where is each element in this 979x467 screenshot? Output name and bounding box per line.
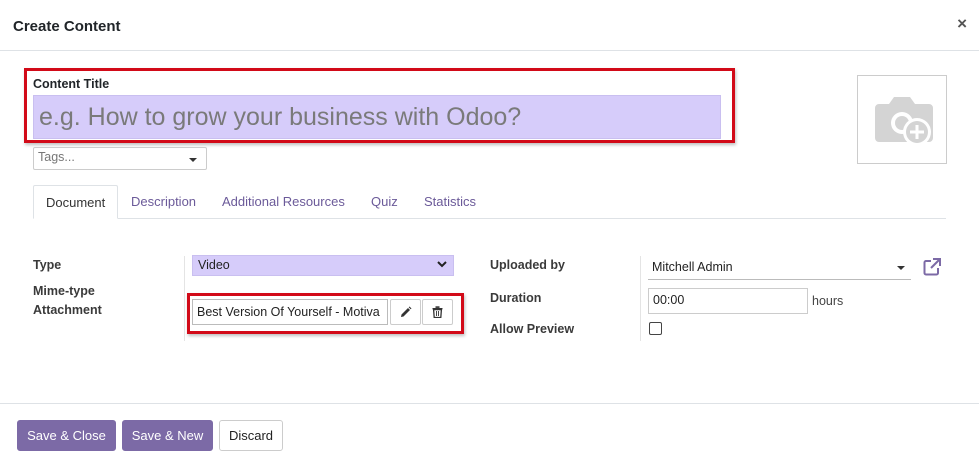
attachment-label: Attachment: [33, 303, 102, 317]
column-divider: [640, 256, 641, 341]
column-divider: [184, 256, 185, 341]
image-upload[interactable]: [857, 75, 947, 164]
external-link-button[interactable]: [922, 257, 942, 277]
trash-icon: [432, 306, 443, 318]
uploaded-by-label: Uploaded by: [490, 258, 566, 272]
caret-down-icon: [897, 266, 905, 270]
tab-additional-resources[interactable]: Additional Resources: [222, 185, 345, 219]
content-title-input[interactable]: [33, 95, 721, 139]
tab-quiz[interactable]: Quiz: [371, 185, 398, 219]
allow-preview-label: Allow Preview: [490, 322, 575, 336]
uploaded-by-select[interactable]: Mitchell Admin: [648, 256, 911, 280]
duration-unit: hours: [812, 294, 844, 308]
content-title-label: Content Title: [33, 77, 110, 91]
tab-document[interactable]: Document: [33, 185, 119, 219]
allow-preview-checkbox[interactable]: [649, 322, 662, 335]
save-close-button[interactable]: Save & Close: [17, 420, 116, 451]
duration-label: Duration: [490, 291, 542, 305]
mimetype-label: Mime-type: [33, 284, 95, 298]
tab-statistics[interactable]: Statistics: [424, 185, 476, 219]
type-value: Video: [198, 258, 230, 272]
save-new-button[interactable]: Save & New: [122, 420, 213, 451]
create-content-dialog: Create Content × Content Title Tags... D…: [0, 0, 979, 467]
type-select[interactable]: Video: [192, 255, 454, 276]
duration-input[interactable]: 00:00: [648, 288, 808, 314]
tags-placeholder: Tags...: [38, 150, 75, 164]
tab-description[interactable]: Description: [131, 185, 196, 219]
chevron-down-icon: [437, 259, 447, 272]
close-button[interactable]: ×: [957, 14, 967, 34]
delete-attachment-button[interactable]: [422, 299, 453, 325]
external-link-icon: [923, 258, 941, 276]
modal-header: Create Content ×: [0, 0, 979, 51]
notebook-tabs: Document Description Additional Resource…: [33, 185, 946, 219]
type-label: Type: [33, 258, 62, 272]
edit-attachment-button[interactable]: [390, 299, 421, 325]
caret-down-icon: [189, 158, 197, 162]
uploaded-by-value: Mitchell Admin: [652, 260, 733, 274]
tags-select[interactable]: Tags...: [33, 147, 207, 170]
modal-title: Create Content: [13, 18, 121, 35]
camera-plus-icon: [875, 96, 933, 146]
discard-button[interactable]: Discard: [219, 420, 283, 451]
attachment-filename[interactable]: Best Version Of Yourself - Motiva: [192, 299, 388, 325]
pencil-icon: [400, 306, 411, 317]
